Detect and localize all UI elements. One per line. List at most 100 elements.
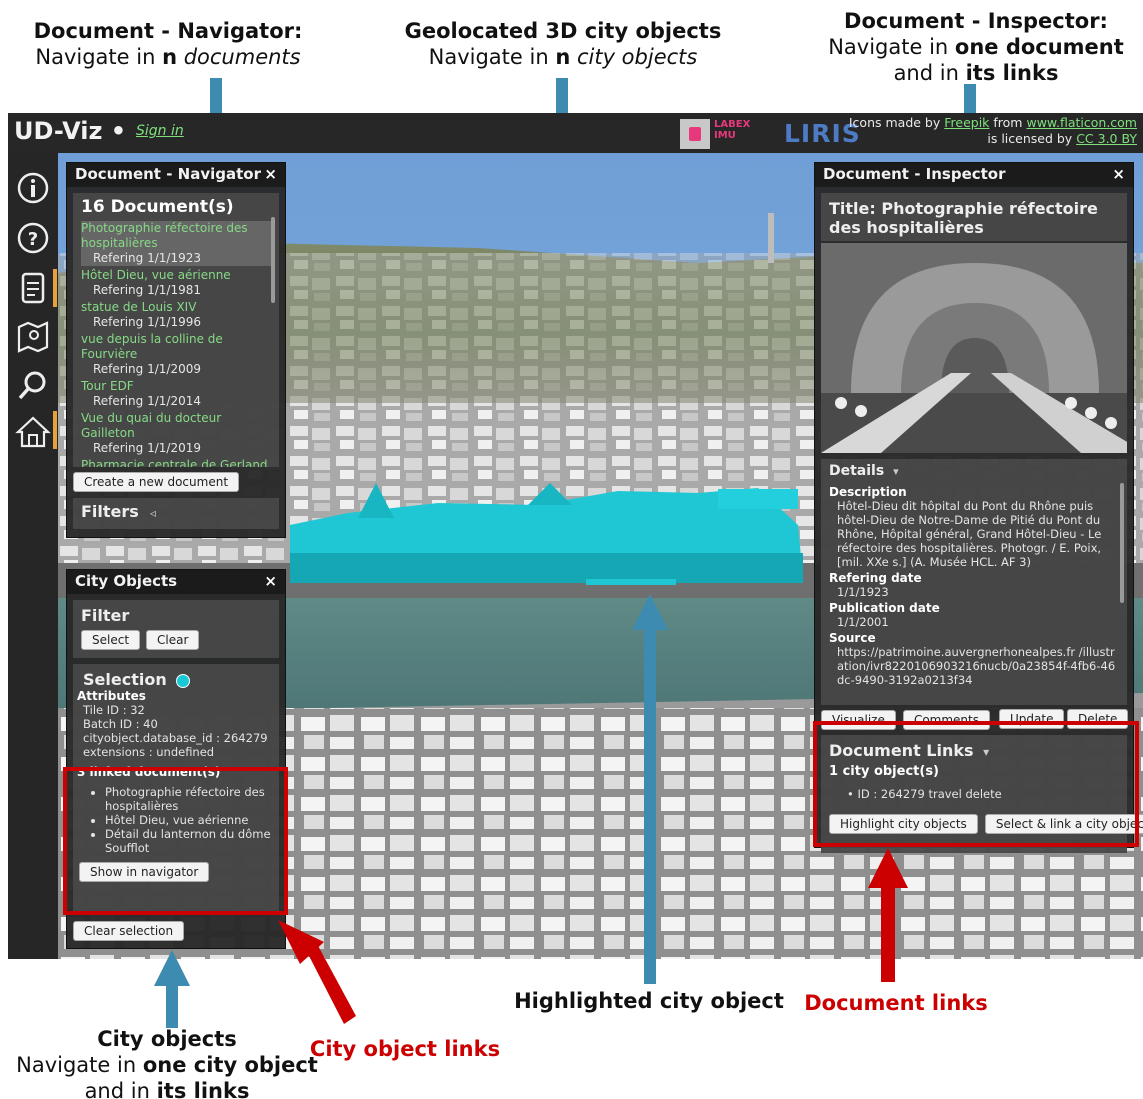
- details-heading[interactable]: Details ▾: [829, 463, 1119, 479]
- arrow-city-object-links: [278, 920, 356, 1024]
- filter-section: Filter Select Clear: [73, 600, 279, 658]
- labex-text: LABEX IMU: [714, 119, 751, 141]
- details-section: Details ▾ Description Hôtel-Dieu dit hôp…: [821, 459, 1127, 705]
- annotation-city-object-links-text: City object links: [309, 1037, 501, 1061]
- annotation-bold: its links: [965, 61, 1059, 85]
- document-list-item[interactable]: Tour EDF Refering 1/1/2014: [81, 379, 271, 409]
- arrow-highlighted-object: [632, 594, 668, 984]
- document-item-title: Hôtel Dieu, vue aérienne: [81, 268, 231, 282]
- annotation-3d-city: Geolocated 3D city objects Navigate in n…: [398, 18, 728, 70]
- close-icon[interactable]: ×: [264, 572, 277, 590]
- svg-text:?: ?: [28, 229, 38, 250]
- refectory-photo: [821, 243, 1127, 453]
- labex-imu-logo: LABEX IMU: [680, 117, 758, 151]
- annotation-text: Navigate in: [428, 45, 556, 69]
- annotation-inspector: Document - Inspector: Navigate in one do…: [818, 8, 1134, 86]
- document-item-date: Refering 1/1/1996: [93, 315, 201, 329]
- app-brand: UD-Viz •: [14, 117, 127, 145]
- document-list-item[interactable]: statue de Louis XIV Refering 1/1/1996: [81, 300, 271, 330]
- create-document-button[interactable]: Create a new document: [73, 472, 240, 492]
- city-object-links-highlight: [63, 767, 288, 915]
- document-item-date: Refering 1/1/1923: [93, 251, 201, 265]
- clear-button[interactable]: Clear: [146, 630, 200, 650]
- inspector-header: Document - Inspector ×: [815, 163, 1133, 187]
- close-icon[interactable]: ×: [1112, 165, 1125, 183]
- attributes-list: Tile ID : 32 Batch ID : 40 cityobject.data…: [75, 703, 277, 759]
- document-list: Photographie réfectoire des hospitalière…: [81, 221, 271, 467]
- annotation-italic: city objects: [576, 45, 698, 69]
- document-list-item[interactable]: Pharmacie centrale de Gerland: [81, 458, 271, 467]
- annotation-document-links: Document links: [796, 990, 996, 1016]
- annotation-bold: one document: [954, 35, 1124, 59]
- document-item-title: vue depuis la colline de Fourvière: [81, 332, 223, 361]
- document-links-highlight: [813, 721, 1139, 847]
- credits-author-link[interactable]: Freepik: [944, 115, 989, 130]
- sign-in-link[interactable]: Sign in: [136, 123, 184, 139]
- map-icon[interactable]: [14, 317, 52, 355]
- top-bar: UD-Viz • Sign in LABEX IMU LIRIS Icons m…: [8, 113, 1143, 153]
- active-indicator: [53, 269, 57, 307]
- attribute-row: Batch ID : 40: [83, 717, 158, 731]
- close-icon[interactable]: ×: [264, 165, 277, 183]
- annotation-document-links-text: Document links: [804, 991, 988, 1015]
- annotation-text: Navigate in: [35, 45, 163, 69]
- document-list-item[interactable]: Hôtel Dieu, vue aérienne Refering 1/1/198…: [81, 268, 271, 298]
- filters-title: Filters: [81, 502, 139, 521]
- document-list-item[interactable]: vue depuis la colline de Fourvière Referi…: [81, 332, 271, 377]
- selection-heading: Selection: [75, 670, 277, 689]
- annotation-inspector-title: Document - Inspector:: [844, 9, 1108, 33]
- chevron-left-icon: ◃: [149, 506, 156, 520]
- document-item-title: Pharmacie centrale de Gerland: [81, 458, 268, 467]
- document-item-title: Vue du quai du docteur Gailleton: [81, 411, 222, 440]
- labex-badge: [680, 119, 710, 149]
- ud-viz-app: UD-Viz • Sign in LABEX IMU LIRIS Icons m…: [8, 113, 1143, 959]
- description-label: Description: [829, 485, 907, 499]
- home-icon[interactable]: [14, 413, 52, 451]
- source-label: Source: [829, 631, 876, 645]
- info-icon[interactable]: [14, 169, 52, 207]
- document-item-date: Refering 1/1/1981: [93, 283, 201, 297]
- scrollbar[interactable]: [1120, 483, 1124, 603]
- document-count: 16 Document(s): [81, 197, 234, 217]
- credits-license-link[interactable]: CC 3.0 BY: [1076, 131, 1137, 146]
- sidebar: ?: [8, 153, 58, 959]
- create-row: Create a new document: [67, 467, 285, 496]
- document-item-date: Refering 1/1/2014: [93, 394, 201, 408]
- attribute-row: extensions : undefined: [83, 745, 215, 759]
- inspector-title: Document - Inspector: [823, 165, 1006, 183]
- document-list-item[interactable]: Photographie réfectoire des hospitalière…: [81, 221, 271, 266]
- attribute-row: cityobject.database_id : 264279: [83, 731, 268, 745]
- attributes-label: Attributes: [77, 689, 146, 703]
- scrollbar[interactable]: [271, 217, 275, 303]
- publication-date-label: Publication date: [829, 601, 940, 615]
- active-indicator: [53, 411, 57, 449]
- document-item-title: Tour EDF: [81, 379, 134, 393]
- document-list-section: 16 Document(s) Photographie réfectoire d…: [73, 193, 279, 467]
- document-icon[interactable]: [14, 269, 52, 307]
- arrow-document-links: [868, 848, 908, 982]
- clear-selection-button[interactable]: Clear selection: [73, 921, 185, 941]
- chevron-down-icon: ▾: [893, 465, 899, 478]
- help-icon[interactable]: ?: [14, 219, 52, 257]
- document-navigator-panel: Document - Navigator × 16 Document(s) Ph…: [66, 162, 286, 538]
- navigator-header: Document - Navigator ×: [67, 163, 285, 187]
- annotation-city-object-links: City object links: [300, 1036, 510, 1062]
- selection-title: Selection: [83, 670, 167, 689]
- select-button[interactable]: Select: [81, 630, 141, 650]
- credits-text: Icons made by: [848, 115, 945, 130]
- credits-text: is licensed by: [987, 131, 1077, 146]
- annotation-city-objects: City objects Navigate in one city object…: [8, 1026, 326, 1099]
- filter-title: Filter: [81, 606, 130, 625]
- annotation-italic: documents: [183, 45, 301, 69]
- refering-date-value: 1/1/1923: [837, 585, 889, 599]
- annotation-3d-title: Geolocated 3D city objects: [404, 19, 722, 43]
- annotation-bold: one city object: [142, 1053, 318, 1077]
- icon-credits: Icons made by Freepik from www.flaticon.…: [849, 115, 1137, 147]
- search-icon[interactable]: [14, 367, 52, 405]
- document-list-item[interactable]: Vue du quai du docteur Gailleton Refering…: [81, 411, 271, 456]
- figure: Document - Navigator: Navigate in n docu…: [0, 0, 1143, 1099]
- credits-site-link[interactable]: www.flaticon.com: [1026, 115, 1137, 130]
- filters-section[interactable]: Filters ◃: [73, 498, 279, 529]
- description-value: Hôtel-Dieu dit hôpital du Pont du Rhône …: [837, 499, 1102, 569]
- document-image[interactable]: [821, 243, 1127, 453]
